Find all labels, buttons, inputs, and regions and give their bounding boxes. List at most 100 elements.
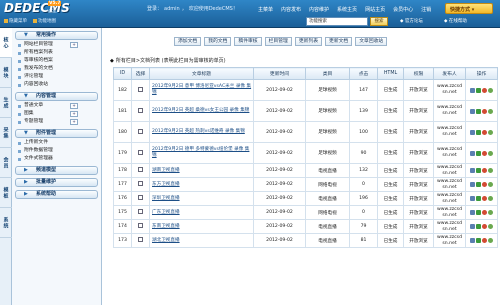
sidebar-group-channel-models[interactable]: ▶ 频道模型 bbox=[15, 166, 98, 175]
nav-publish[interactable]: 内容发布 bbox=[277, 3, 305, 15]
sidebar-group-common[interactable]: ▼ 常用操作 bbox=[15, 31, 98, 40]
row-category[interactable]: 足球视频 bbox=[305, 142, 350, 164]
sidebar-item-channel-manage[interactable]: 网站栏目管理 + bbox=[12, 41, 101, 49]
row-title-link[interactable]: 2012年9月2日 意甲 博洛尼亚vsAC米兰 录像 集锦 bbox=[152, 84, 251, 95]
sidebar-item-my-docs[interactable]: 我发布的文档 bbox=[12, 65, 101, 73]
sidebar-group-batch[interactable]: ▶ 批量维护 bbox=[15, 178, 98, 187]
sidebar-item-recycle[interactable]: 内容回收站 bbox=[12, 81, 101, 89]
row-title-link[interactable]: 广东卫视直播 bbox=[152, 210, 180, 215]
row-title-link[interactable]: 东南卫视直播 bbox=[152, 224, 180, 229]
publish-icon[interactable] bbox=[488, 238, 493, 243]
row-title-link[interactable]: 湖南卫视直播 bbox=[152, 168, 180, 173]
preview-icon[interactable] bbox=[476, 182, 481, 187]
edit-icon[interactable] bbox=[470, 196, 475, 201]
row-checkbox[interactable] bbox=[138, 195, 143, 200]
edit-icon[interactable] bbox=[470, 168, 475, 173]
delete-icon[interactable] bbox=[482, 196, 487, 201]
row-checkbox[interactable] bbox=[138, 209, 143, 214]
preview-icon[interactable] bbox=[476, 196, 481, 201]
delete-icon[interactable] bbox=[482, 224, 487, 229]
nav-maintain[interactable]: 内容维护 bbox=[305, 3, 333, 15]
search-button[interactable]: 搜索 bbox=[370, 17, 388, 26]
recycle-bin-button[interactable]: 文章回收站 bbox=[355, 37, 388, 46]
sidebar-item-upload[interactable]: 上传新文件 bbox=[12, 139, 101, 147]
edit-icon[interactable] bbox=[470, 129, 475, 135]
row-title-link[interactable]: 深圳卫视直播 bbox=[152, 196, 180, 201]
sidebar-item-topics[interactable]: 专题管理 + bbox=[12, 118, 101, 126]
tab-core[interactable]: 核心 bbox=[0, 28, 12, 58]
col-id[interactable]: ID bbox=[113, 67, 132, 80]
edit-icon[interactable] bbox=[470, 210, 475, 215]
row-title-link[interactable]: 东方卫视直播 bbox=[152, 182, 180, 187]
tab-modules[interactable]: 模块 bbox=[0, 58, 12, 88]
sidebar-item-all-docs[interactable]: 所有档案列表 bbox=[12, 49, 101, 57]
review-button[interactable]: 稿件审核 bbox=[234, 37, 262, 46]
edit-icon[interactable] bbox=[470, 238, 475, 243]
sidebar-group-help[interactable]: ▶ 系统帮助 bbox=[15, 190, 98, 199]
row-checkbox[interactable] bbox=[138, 181, 143, 186]
row-category[interactable]: 电视直播 bbox=[305, 191, 350, 206]
row-category[interactable]: 电视直播 bbox=[305, 219, 350, 234]
preview-icon[interactable] bbox=[476, 238, 481, 243]
row-title-link[interactable]: 2012年9月2日 德甲 多特蒙德vs纽伦堡 录像 集锦 bbox=[152, 147, 249, 158]
nav-member-center[interactable]: 会员中心 bbox=[389, 3, 417, 15]
sidebar-item-albums[interactable]: 图集 + bbox=[12, 110, 101, 118]
row-checkbox[interactable] bbox=[138, 167, 143, 172]
my-docs-button[interactable]: 我的文档 bbox=[204, 37, 232, 46]
nav-system-home[interactable]: 系统主页 bbox=[333, 3, 361, 15]
nav-site-home[interactable]: 网站主页 bbox=[361, 3, 389, 15]
preview-icon[interactable] bbox=[476, 168, 481, 173]
publish-icon[interactable] bbox=[488, 108, 493, 114]
delete-icon[interactable] bbox=[482, 150, 487, 156]
publish-icon[interactable] bbox=[488, 150, 493, 156]
publish-icon[interactable] bbox=[488, 182, 493, 187]
add-topic-button[interactable]: + bbox=[70, 119, 78, 125]
row-checkbox[interactable] bbox=[138, 107, 143, 113]
online-help-link[interactable]: ◆ 在线帮助 bbox=[444, 18, 467, 24]
official-forum-link[interactable]: ◆ 官方论坛 bbox=[400, 18, 423, 24]
tab-generate[interactable]: 生成 bbox=[0, 88, 12, 118]
row-checkbox[interactable] bbox=[138, 128, 143, 134]
hide-menu-button[interactable]: 隐藏菜单 bbox=[4, 18, 27, 24]
add-article-button[interactable]: + bbox=[70, 103, 78, 109]
delete-icon[interactable] bbox=[482, 87, 487, 93]
row-category[interactable]: 足球视频 bbox=[305, 79, 350, 101]
sidebar-group-attachments[interactable]: ▼ 附件管理 bbox=[15, 129, 98, 138]
delete-icon[interactable] bbox=[482, 129, 487, 135]
edit-icon[interactable] bbox=[470, 182, 475, 187]
publish-icon[interactable] bbox=[488, 168, 493, 173]
publish-icon[interactable] bbox=[488, 210, 493, 215]
preview-icon[interactable] bbox=[476, 210, 481, 215]
quick-access-button[interactable]: 快捷方式 ▾ bbox=[445, 3, 493, 14]
nav-logout[interactable]: 注销 bbox=[417, 3, 435, 15]
delete-icon[interactable] bbox=[482, 168, 487, 173]
add-channel-button[interactable]: + bbox=[70, 42, 78, 48]
tab-members[interactable]: 会员 bbox=[0, 148, 12, 178]
nav-main-menu[interactable]: 主菜单 bbox=[254, 3, 277, 15]
row-title-link[interactable]: 湖北卫视直播 bbox=[152, 238, 180, 243]
row-category[interactable]: 电视直播 bbox=[305, 163, 350, 178]
row-checkbox[interactable] bbox=[138, 86, 143, 92]
row-category[interactable]: 网络电视 bbox=[305, 205, 350, 220]
preview-icon[interactable] bbox=[476, 108, 481, 114]
sidebar-item-pending-docs[interactable]: 等审核的档案 bbox=[12, 57, 101, 65]
sidebar-item-file-manager[interactable]: 文件式管理器 bbox=[12, 155, 101, 163]
preview-icon[interactable] bbox=[476, 129, 481, 135]
edit-icon[interactable] bbox=[470, 87, 475, 93]
delete-icon[interactable] bbox=[482, 182, 487, 187]
delete-icon[interactable] bbox=[482, 108, 487, 114]
row-category[interactable]: 网络电视 bbox=[305, 177, 350, 192]
row-checkbox[interactable] bbox=[138, 237, 143, 242]
row-checkbox[interactable] bbox=[138, 223, 143, 228]
edit-icon[interactable] bbox=[470, 224, 475, 229]
publish-icon[interactable] bbox=[488, 87, 493, 93]
add-album-button[interactable]: + bbox=[70, 111, 78, 117]
sidebar-item-articles[interactable]: 普通文章 + bbox=[12, 102, 101, 110]
row-category[interactable]: 电视直播 bbox=[305, 233, 350, 248]
preview-icon[interactable] bbox=[476, 224, 481, 229]
tab-system[interactable]: 系统 bbox=[0, 208, 12, 238]
row-category[interactable]: 足球视频 bbox=[305, 121, 350, 143]
sidebar-item-comments[interactable]: 评论管理 bbox=[12, 73, 101, 81]
edit-icon[interactable] bbox=[470, 150, 475, 156]
function-map-button[interactable]: 功能地图 bbox=[33, 18, 56, 24]
